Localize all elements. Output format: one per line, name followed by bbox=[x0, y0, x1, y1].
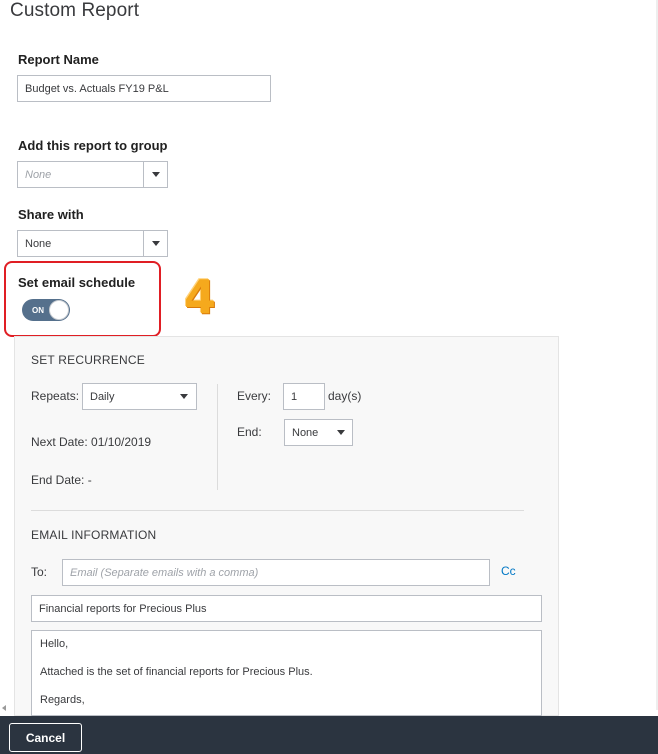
chevron-down-icon[interactable] bbox=[143, 162, 167, 187]
chevron-down-icon[interactable] bbox=[172, 384, 196, 409]
email-section-title: EMAIL INFORMATION bbox=[31, 528, 157, 542]
every-input[interactable]: 1 bbox=[283, 383, 325, 410]
to-email-input[interactable]: Email (Separate emails with a comma) bbox=[62, 559, 490, 586]
column-divider bbox=[217, 384, 218, 490]
share-select[interactable]: None bbox=[17, 230, 168, 257]
end-date-text: End Date: - bbox=[31, 473, 92, 487]
repeats-label: Repeats: bbox=[31, 389, 80, 403]
group-select[interactable]: None bbox=[17, 161, 168, 188]
subject-input[interactable]: Financial reports for Precious Plus bbox=[31, 595, 542, 622]
step-number-annotation: 4 bbox=[184, 270, 217, 324]
message-line: Regards, bbox=[40, 694, 85, 706]
scroll-left-icon[interactable] bbox=[2, 705, 6, 711]
message-body-textarea[interactable]: Hello, Attached is the set of financial … bbox=[31, 630, 542, 716]
footer-bar bbox=[0, 716, 658, 754]
email-schedule-label: Set email schedule bbox=[18, 275, 136, 290]
page-title: Custom Report bbox=[10, 0, 140, 21]
chevron-down-icon[interactable] bbox=[330, 420, 352, 445]
share-select-value: None bbox=[25, 237, 52, 250]
report-name-label: Report Name bbox=[18, 52, 99, 67]
group-select-value: None bbox=[25, 168, 52, 181]
email-schedule-toggle[interactable]: ON bbox=[22, 299, 70, 321]
chevron-down-icon[interactable] bbox=[143, 231, 167, 256]
end-label: End: bbox=[237, 425, 262, 439]
repeats-select-value: Daily bbox=[90, 390, 115, 403]
toggle-state-label: ON bbox=[32, 305, 44, 315]
next-date-text: Next Date: 01/10/2019 bbox=[31, 435, 152, 449]
every-unit-text: day(s) bbox=[328, 389, 362, 403]
message-line: Hello, bbox=[40, 638, 69, 650]
to-label: To: bbox=[31, 565, 48, 579]
cancel-button[interactable]: Cancel bbox=[9, 723, 82, 752]
toggle-knob bbox=[49, 300, 69, 320]
group-label: Add this report to group bbox=[18, 138, 168, 153]
end-select[interactable]: None bbox=[284, 419, 353, 446]
message-line: Attached is the set of financial reports… bbox=[40, 666, 313, 678]
repeats-select[interactable]: Daily bbox=[82, 383, 197, 410]
recurrence-section-title: SET RECURRENCE bbox=[31, 353, 145, 367]
every-label: Every: bbox=[237, 389, 272, 403]
section-divider bbox=[31, 510, 524, 511]
cc-link[interactable]: Cc bbox=[501, 564, 516, 578]
end-select-value: None bbox=[292, 426, 319, 439]
report-name-input[interactable]: Budget vs. Actuals FY19 P&L bbox=[17, 75, 271, 102]
share-label: Share with bbox=[18, 207, 84, 222]
